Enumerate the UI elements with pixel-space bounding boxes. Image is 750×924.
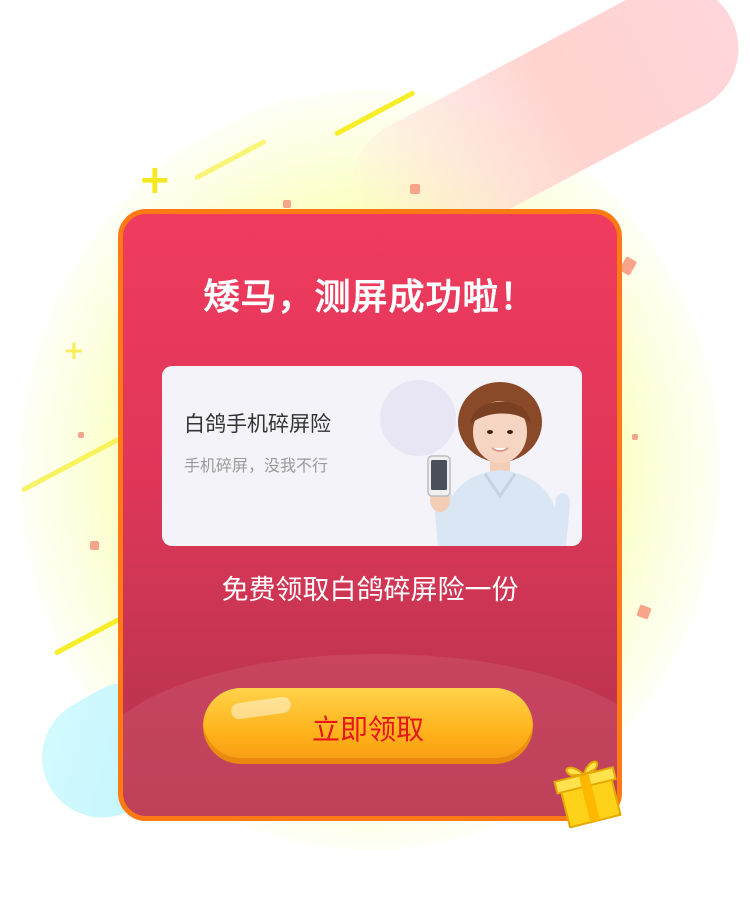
offer-text: 免费领取白鸽碎屏险一份 xyxy=(221,575,519,606)
product-name: 白鸽手机碎屏险 xyxy=(184,412,331,436)
gift-box-icon xyxy=(553,760,622,828)
confetti-piece xyxy=(632,434,638,440)
confetti-piece xyxy=(78,432,84,438)
product-card: 白鸽手机碎屏险 手机碎屏，没我不行 xyxy=(162,366,582,546)
claim-button-label: 立即领取 xyxy=(311,714,424,745)
claim-now-button[interactable]: 立即领取 xyxy=(203,688,533,764)
plus-sparkle-icon: + xyxy=(138,157,172,203)
popup-title: 矮马，测屏成功啦！ xyxy=(203,277,537,318)
product-description: 手机碎屏，没我不行 xyxy=(184,456,329,475)
success-popup-card: 矮马，测屏成功啦！ 白鸽手机碎屏险 手机碎屏，没我不行 免费领取白鸽碎屏险一份 … xyxy=(118,209,622,821)
confetti-piece xyxy=(90,541,99,550)
confetti-piece xyxy=(283,200,291,208)
confetti-piece xyxy=(410,184,420,194)
plus-sparkle-icon: + xyxy=(63,336,85,366)
model-holding-phone-image xyxy=(427,382,570,546)
